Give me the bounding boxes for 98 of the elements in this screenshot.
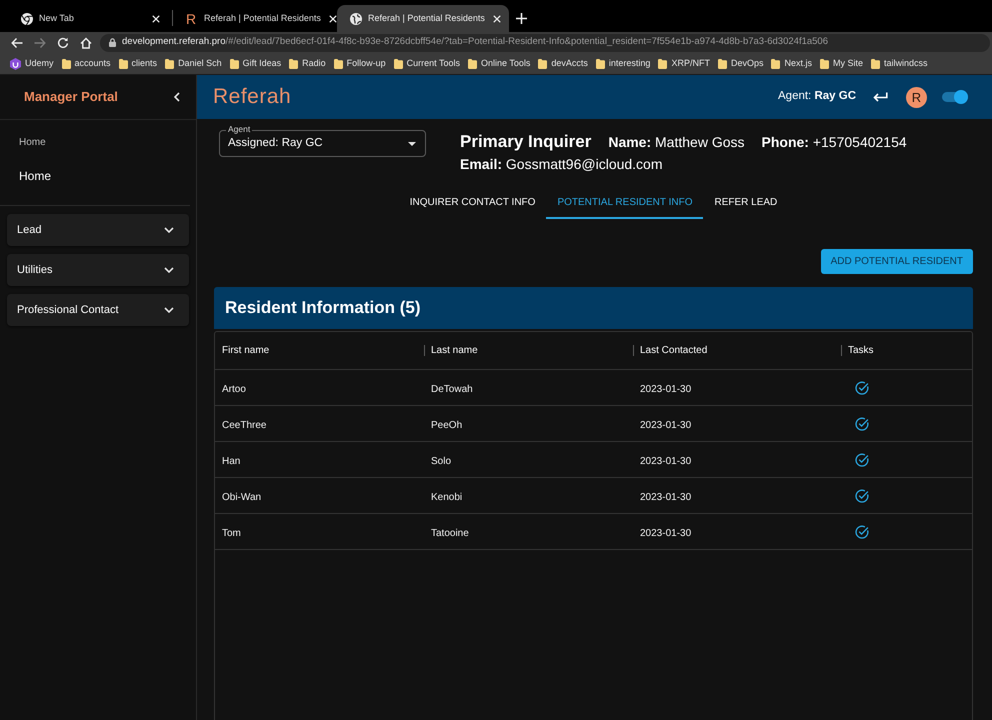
- folder-icon: [118, 58, 128, 68]
- tab[interactable]: INQUIRER CONTACT INFO: [398, 185, 546, 219]
- check-circle-icon[interactable]: [855, 488, 869, 502]
- check-circle-icon[interactable]: [855, 416, 869, 430]
- bookmark[interactable]: devAccts: [538, 56, 588, 70]
- folder-icon: [62, 58, 71, 68]
- toggle-switch[interactable]: [942, 89, 968, 105]
- close-icon: [492, 14, 501, 22]
- bookmark[interactable]: tailwindcss: [871, 56, 928, 70]
- table-cell: Kenobi: [431, 492, 462, 502]
- bookmark[interactable]: My Site: [820, 56, 863, 70]
- close-tab-button[interactable]: [490, 12, 503, 24]
- folder-icon: [596, 58, 605, 68]
- table-cell: CeeThree: [222, 420, 266, 430]
- bookmark[interactable]: DevOps: [718, 56, 764, 70]
- table-cell: Obi-Wan: [222, 492, 262, 502]
- chevron-left-icon: [174, 92, 180, 102]
- column-header: Last name: [431, 344, 478, 358]
- accordion-item[interactable]: Professional Contact: [7, 294, 189, 326]
- bookmark[interactable]: Follow-up: [334, 56, 386, 70]
- browser-tab[interactable]: R Referah | Potential Residents: [173, 5, 337, 32]
- close-icon: [328, 14, 337, 22]
- table-cell: PeeOh: [431, 420, 462, 430]
- table-cell: 2023-01-30: [640, 456, 692, 466]
- inquirer-detail: Name: Matthew Goss: [608, 133, 744, 152]
- accordion-item[interactable]: Utilities: [7, 254, 189, 286]
- folder-icon: [289, 58, 298, 68]
- column-header: Tasks: [848, 344, 874, 358]
- close-tab-button[interactable]: [150, 12, 162, 24]
- bookmark[interactable]: accounts: [62, 56, 111, 70]
- folder-icon: [658, 58, 668, 68]
- bookmark[interactable]: Next.js: [771, 56, 812, 70]
- inquirer-detail: Email: Gossmatt96@icloud.com: [460, 155, 663, 174]
- add-resident-button[interactable]: ADD POTENTIAL RESIDENT: [820, 249, 973, 274]
- table-cell: Tatooine: [431, 528, 469, 538]
- bookmark[interactable]: XRP/NFT: [658, 56, 710, 70]
- hexagon-icon: [10, 58, 21, 70]
- nav-link[interactable]: Home: [19, 169, 52, 183]
- check-circle-icon[interactable]: [855, 380, 869, 394]
- caret-down-icon: [408, 142, 416, 146]
- accordion-item[interactable]: Lead: [7, 214, 189, 246]
- folder-icon: [165, 58, 174, 68]
- portal-title: Manager Portal: [24, 88, 118, 106]
- breadcrumb: Home: [19, 137, 46, 149]
- folder-icon: [871, 58, 880, 68]
- avatar-button[interactable]: R: [906, 86, 927, 108]
- table-cell: 2023-01-30: [640, 420, 692, 430]
- bookmark[interactable]: Udemy: [10, 56, 54, 70]
- folder-icon: [334, 58, 343, 68]
- folder-icon: [230, 58, 239, 68]
- bookmark[interactable]: clients: [118, 56, 158, 70]
- table-cell: Solo: [431, 456, 452, 466]
- bookmark[interactable]: Radio: [289, 56, 326, 70]
- browser-logo-icon: [21, 12, 33, 24]
- folder-icon: [718, 58, 727, 68]
- table-cell: 2023-01-30: [640, 492, 692, 502]
- reload-icon: [56, 36, 68, 48]
- return-arrow-icon: [872, 92, 888, 102]
- lock-icon: [109, 38, 116, 47]
- check-circle-icon[interactable]: [855, 524, 869, 538]
- check-circle-icon[interactable]: [855, 452, 869, 466]
- home-icon: [80, 36, 92, 48]
- plus-icon: [516, 12, 526, 24]
- section-title: Primary Inquirer: [460, 131, 592, 153]
- folder-icon: [538, 58, 548, 68]
- table-cell: Tom: [222, 528, 241, 538]
- app-logo: Referah: [213, 85, 292, 109]
- folder-icon: [394, 58, 403, 68]
- inquirer-detail: Phone: +15705402154: [762, 133, 907, 152]
- bookmark[interactable]: Gift Ideas: [230, 56, 282, 70]
- table-cell: DeTowah: [431, 384, 473, 394]
- browser-tab[interactable]: New Tab: [8, 5, 172, 32]
- table-cell: 2023-01-30: [640, 384, 692, 394]
- close-icon: [152, 14, 160, 22]
- folder-icon: [820, 58, 829, 68]
- address-bar[interactable]: development.referah.pro/#/edit/lead/7bed6ecf-01f4-4f8c-b93e-8726dcbff54e/?tab=Potential-Resident-Info&potential_resident=7f554e1b-a974-4d8b-b7a3-6d3024f1a506: [100, 34, 990, 52]
- bookmark[interactable]: interesting: [596, 56, 650, 70]
- globe-icon: [350, 12, 362, 24]
- card-title: Resident Information (5): [225, 297, 421, 320]
- field-label: Agent: [226, 124, 252, 135]
- forward-arrow-icon: [34, 36, 46, 48]
- tab[interactable]: POTENTIAL RESIDENT INFO: [546, 185, 704, 219]
- tab[interactable]: REFER LEAD: [703, 185, 788, 219]
- table-cell: 2023-01-30: [640, 528, 692, 538]
- table-cell: Artoo: [222, 384, 246, 394]
- bookmark[interactable]: Daniel Sch: [165, 56, 222, 70]
- bookmark[interactable]: Current Tools: [394, 56, 460, 70]
- table-cell: Han: [222, 456, 240, 466]
- folder-icon: [468, 58, 478, 68]
- bookmark[interactable]: Online Tools: [468, 56, 530, 70]
- column-header: First name: [222, 344, 270, 358]
- favicon-letter: R: [186, 12, 198, 26]
- browser-tab[interactable]: Referah | Potential Residents: [337, 5, 509, 32]
- back-arrow-icon: [10, 36, 22, 48]
- column-header: Last Contacted: [640, 344, 708, 358]
- close-tab-button[interactable]: [326, 12, 339, 24]
- folder-icon: [771, 58, 780, 68]
- agent-label: Agent: Ray GC: [778, 89, 856, 104]
